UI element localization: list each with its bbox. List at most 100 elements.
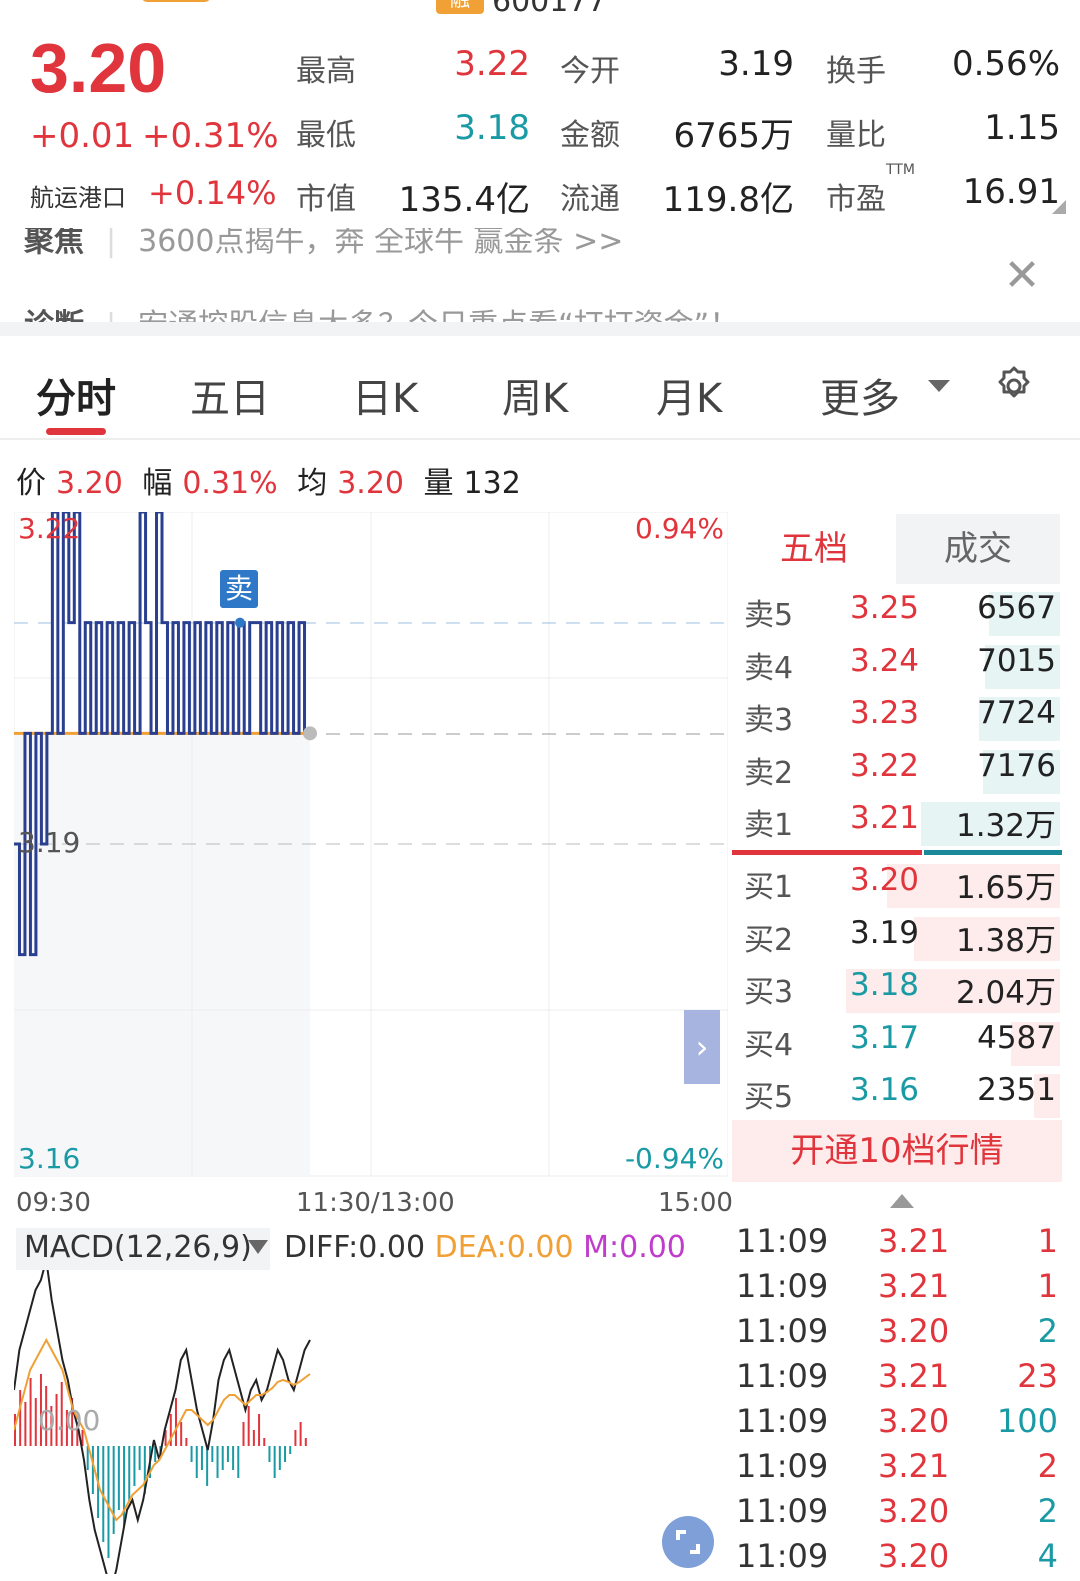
time-mid: 11:30/13:00 xyxy=(296,1188,455,1218)
tab-daily-k[interactable]: 日K xyxy=(352,366,418,424)
pe-value: 16.91 xyxy=(962,172,1060,212)
float-cap-label: 流通 xyxy=(560,182,620,217)
trade-price: 3.20 xyxy=(878,1492,950,1530)
bid-volume: 4587 xyxy=(977,1019,1056,1056)
ask-row-5[interactable]: 卖1 3.21 1.32万 xyxy=(732,796,1062,848)
news-text-2[interactable]: 宏通控股信息太多？今日重点看“打打资金”！ xyxy=(138,308,739,322)
low-value: 3.18 xyxy=(454,108,530,148)
ask-separator xyxy=(732,850,922,855)
ask-row-2[interactable]: 卖4 3.24 7015 xyxy=(732,639,1062,691)
pct-top-label: 0.94% xyxy=(635,512,724,545)
info-avg-label: 均 xyxy=(297,466,328,501)
ask-volume: 7176 xyxy=(977,747,1056,784)
ask-price: 3.21 xyxy=(850,800,920,836)
upgrade-10-level-button[interactable]: 开通10档行情 xyxy=(732,1120,1062,1182)
orderbook-tabs: 五档 成交 xyxy=(732,514,1060,584)
trade-price: 3.20 xyxy=(878,1312,950,1350)
chart-shaded-area xyxy=(14,734,310,1176)
trade-time: 11:09 xyxy=(736,1357,829,1395)
bid-row-5[interactable]: 买5 3.16 2351 xyxy=(732,1068,1062,1120)
trade-volume: 1 xyxy=(1037,1222,1058,1260)
ask-row-3[interactable]: 卖3 3.23 7724 xyxy=(732,691,1062,743)
bid-row-3[interactable]: 买3 3.18 2.04万 xyxy=(732,963,1062,1015)
bid-volume: 2.04万 xyxy=(955,975,1056,1011)
fullscreen-icon[interactable] xyxy=(662,1516,714,1568)
open-value: 3.19 xyxy=(718,44,794,84)
trade-price: 3.21 xyxy=(878,1222,950,1260)
trade-price: 3.21 xyxy=(878,1447,950,1485)
news-text-1[interactable]: 3600点揭牛，奔 全球牛 赢金条 >> xyxy=(138,228,623,259)
ask-volume: 7724 xyxy=(977,695,1056,731)
bid-level-label: 买1 xyxy=(744,870,794,905)
expand-corner-icon[interactable] xyxy=(1052,200,1066,214)
bid-row-4[interactable]: 买4 3.17 4587 xyxy=(732,1016,1062,1068)
bid-volume: 2351 xyxy=(977,1072,1056,1108)
tab-weekly-k[interactable]: 周K xyxy=(502,366,568,424)
chevron-right-icon[interactable]: › xyxy=(684,1010,720,1084)
low-label: 最低 xyxy=(296,118,356,153)
macd-chart[interactable]: 0.00 xyxy=(14,1270,728,1574)
news-tag-2: 诊断 xyxy=(24,308,84,322)
bid-row-1[interactable]: 买1 3.20 1.65万 xyxy=(732,858,1062,910)
ask-level-label: 卖1 xyxy=(744,808,794,843)
market-cap-label: 市值 xyxy=(296,182,356,217)
ask-row-4[interactable]: 卖2 3.22 7176 xyxy=(732,744,1062,796)
tab-more[interactable]: 更多 xyxy=(820,366,900,424)
bid-row-2[interactable]: 买2 3.19 1.38万 xyxy=(732,911,1062,963)
section-divider xyxy=(0,322,1080,336)
volume-ratio-label: 量比 xyxy=(826,118,886,153)
price-change: +0.01 xyxy=(30,116,135,156)
ask-level-label: 卖3 xyxy=(744,703,794,738)
open-label: 今开 xyxy=(560,54,620,89)
sector-name[interactable]: 航运港口 xyxy=(30,178,126,213)
trade-row: 11:09 3.20 2 xyxy=(736,1312,1062,1356)
y-top-label: 3.22 xyxy=(18,512,80,545)
ttm-label: TTM xyxy=(886,162,915,178)
gear-icon[interactable] xyxy=(990,362,1038,410)
ask-row-1[interactable]: 卖5 3.25 6567 xyxy=(732,586,1062,638)
trade-volume: 2 xyxy=(1037,1447,1058,1485)
market-cap-value: 135.4亿 xyxy=(398,180,530,220)
ask-volume: 1.32万 xyxy=(955,808,1056,844)
macd-dea: DEA:0.00 xyxy=(434,1230,574,1265)
sell-marker-icon[interactable]: 卖 xyxy=(220,570,258,608)
sell-point-dot xyxy=(235,617,245,628)
info-vol: 132 xyxy=(463,466,521,501)
trade-volume: 1 xyxy=(1037,1267,1058,1305)
trade-price: 3.20 xyxy=(878,1537,950,1575)
caret-down-icon[interactable] xyxy=(248,1240,268,1254)
trade-price: 3.20 xyxy=(878,1402,950,1440)
tab-intraday[interactable]: 分时 xyxy=(36,366,116,424)
ask-price: 3.22 xyxy=(850,747,920,784)
float-cap-value: 119.8亿 xyxy=(662,180,794,220)
intraday-chart[interactable]: 3.22 3.19 3.16 0.94% -0.94% 09:30 xyxy=(14,512,728,1184)
bid-volume: 1.38万 xyxy=(955,922,1056,959)
info-price-label: 价 xyxy=(16,466,46,501)
sector-change-pct[interactable]: +0.14% xyxy=(148,174,276,212)
ask-price: 3.24 xyxy=(850,642,920,679)
trade-time: 11:09 xyxy=(736,1492,829,1530)
tab-five-day[interactable]: 五日 xyxy=(190,366,270,424)
amount-value: 6765万 xyxy=(673,116,794,156)
chevron-down-icon[interactable] xyxy=(928,380,950,392)
trade-price: 3.21 xyxy=(878,1357,950,1395)
top-accent xyxy=(140,0,212,2)
close-icon[interactable]: ✕ xyxy=(1000,254,1044,300)
ask-volume: 7015 xyxy=(977,642,1056,679)
news-tag-1: 聚焦 xyxy=(24,228,84,259)
trade-row: 11:09 3.20 4 xyxy=(736,1537,1062,1581)
tab-monthly-k[interactable]: 月K xyxy=(656,366,722,424)
ask-price: 3.23 xyxy=(850,695,920,731)
tab-trades[interactable]: 成交 xyxy=(896,514,1060,584)
trade-row: 11:09 3.20 100 xyxy=(736,1402,1062,1446)
pct-bottom-label: -0.94% xyxy=(625,1142,724,1175)
news-strip[interactable]: 聚焦|3600点揭牛，奔 全球牛 赢金条 >> 诊断|宏通控股信息太多？今日重点… xyxy=(0,228,1080,322)
current-price: 3.20 xyxy=(30,29,167,107)
macd-label[interactable]: MACD(12,26,9) xyxy=(24,1230,252,1265)
bid-price: 3.20 xyxy=(850,862,920,898)
chevron-up-icon[interactable] xyxy=(890,1194,914,1208)
margin-badge: 融 xyxy=(436,0,484,14)
tab-five-levels[interactable]: 五档 xyxy=(732,514,896,584)
macd-values: DIFF:0.00 DEA:0.00 M:0.00 xyxy=(284,1230,686,1265)
time-end: 15:00 xyxy=(658,1188,733,1218)
